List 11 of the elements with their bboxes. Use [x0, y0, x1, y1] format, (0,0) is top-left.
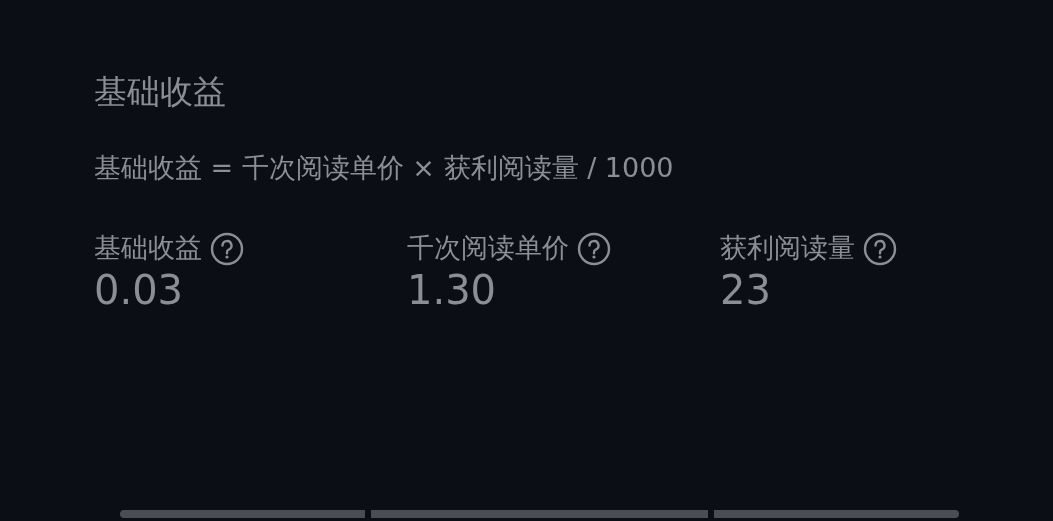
help-icon[interactable]	[577, 232, 611, 266]
metric-label: 基础收益	[94, 232, 202, 265]
section-title: 基础收益	[94, 72, 227, 112]
metric-value: 0.03	[94, 266, 185, 314]
metric-value: 23	[720, 266, 772, 314]
metric-label: 获利阅读量	[720, 232, 855, 265]
formula-text: 基础收益 = 千次阅读单价 × 获利阅读量 / 1000	[94, 151, 675, 184]
metric-label: 千次阅读单价	[407, 232, 569, 265]
metric-value: 1.30	[407, 266, 498, 314]
help-icon[interactable]	[863, 232, 897, 266]
help-icon[interactable]	[210, 232, 244, 266]
